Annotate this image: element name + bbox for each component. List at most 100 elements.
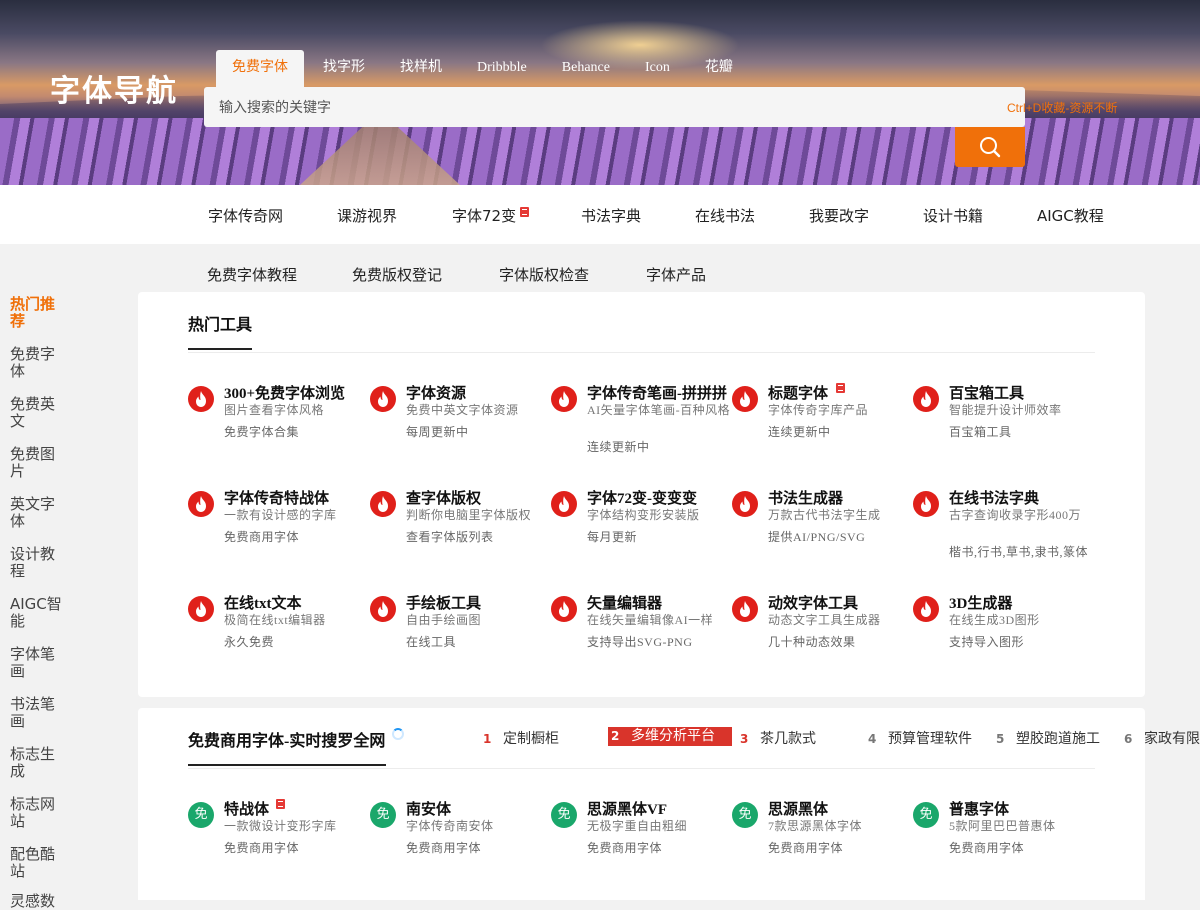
tool-desc: 图片查看字体风格	[224, 403, 325, 417]
tool-subdesc: 几十种动态效果	[768, 635, 856, 649]
tool-desc: 自由手绘画图	[406, 613, 482, 627]
tool-title[interactable]: 字体资源	[406, 382, 466, 403]
font-title[interactable]: 南安体	[406, 798, 451, 819]
search-button[interactable]	[955, 127, 1025, 167]
tab-icon[interactable]: Icon	[629, 50, 686, 87]
sidebar-item-hot[interactable]: 热门推荐	[10, 296, 68, 330]
hot-search-item[interactable]: 2 多维分析平台	[608, 727, 732, 746]
sidebar-item-aigc[interactable]: AIGC智能	[10, 596, 68, 630]
tab-huaban[interactable]: 花瓣	[689, 50, 749, 87]
sidebar-item-english-fonts[interactable]: 英文字体	[10, 496, 68, 530]
nav-gaizi[interactable]: 我要改字	[809, 205, 869, 226]
tab-find-glyph[interactable]: 找字形	[307, 50, 381, 87]
sidebar-item-logo-sites[interactable]: 标志网站	[10, 796, 68, 830]
new-badge-icon	[276, 799, 285, 809]
sidebar-item-free-english[interactable]: 免费英文	[10, 396, 68, 430]
tool-title[interactable]: 查字体版权	[406, 487, 481, 508]
sidebar-item-inspiration[interactable]: 灵感数	[10, 893, 68, 910]
nav-ziti72bian[interactable]: 字体72变	[452, 205, 530, 226]
hot-search-item[interactable]: 1 定制橱柜	[483, 728, 559, 748]
font-subdesc: 免费商用字体	[768, 841, 844, 855]
sidebar-item-logo-generator[interactable]: 标志生成	[10, 746, 68, 780]
tab-mockups[interactable]: 找样机	[384, 50, 458, 87]
flame-icon	[188, 596, 214, 622]
nav-font-products[interactable]: 字体产品	[646, 264, 706, 285]
tool-title[interactable]: 字体传奇笔画-拼拼拼	[587, 382, 727, 403]
flame-icon	[370, 596, 396, 622]
rank-label: 家政有限公	[1144, 731, 1200, 747]
rank-number: 2	[611, 729, 620, 743]
nav-copyright-register[interactable]: 免费版权登记	[352, 264, 442, 285]
font-title[interactable]: 普惠字体	[949, 798, 1009, 819]
tool-subdesc: 查看字体版列表	[406, 530, 494, 544]
tool-subdesc: 永久免费	[224, 635, 275, 649]
nav-keyou[interactable]: 课游视界	[337, 205, 397, 226]
tab-behance[interactable]: Behance	[546, 50, 626, 87]
tool-title[interactable]: 矢量编辑器	[587, 592, 662, 613]
tool-desc: 智能提升设计师效率	[949, 403, 1062, 417]
sidebar-item-free-images[interactable]: 免费图片	[10, 446, 68, 480]
sidebar-item-font-strokes[interactable]: 字体笔画	[10, 646, 68, 680]
sidebar-item-design-tutorials[interactable]: 设计教程	[10, 546, 68, 580]
tab-dribbble[interactable]: Dribbble	[461, 50, 543, 87]
font-subdesc: 免费商用字体	[949, 841, 1025, 855]
tab-free-fonts[interactable]: 免费字体	[216, 50, 304, 87]
hot-search-item[interactable]: 5 塑胶跑道施工	[996, 728, 1100, 748]
tool-desc: 字体传奇字库产品	[768, 403, 869, 417]
tool-title[interactable]: 字体72变-变变变	[587, 487, 697, 508]
font-desc: 无极字重自由粗细	[587, 819, 688, 833]
rank-label: 定制橱柜	[503, 731, 559, 747]
flame-icon	[732, 491, 758, 517]
nav-free-font-tutorial[interactable]: 免费字体教程	[207, 264, 297, 285]
hot-search-item[interactable]: 3 茶几款式	[740, 728, 816, 748]
site-logo[interactable]: 字体导航	[50, 66, 178, 110]
font-subdesc: 免费商用字体	[406, 841, 482, 855]
rank-label: 茶几款式	[760, 731, 816, 747]
nav-copyright-check[interactable]: 字体版权检查	[499, 264, 589, 285]
sidebar-item-color-sites[interactable]: 配色酷站	[10, 846, 68, 880]
tool-title[interactable]: 在线书法字典	[949, 487, 1039, 508]
tool-title[interactable]: 手绘板工具	[406, 592, 481, 613]
sidebar-item-calligraphy-strokes[interactable]: 书法笔画	[10, 696, 68, 730]
tool-title[interactable]: 书法生成器	[768, 487, 843, 508]
tool-title[interactable]: 百宝箱工具	[949, 382, 1024, 403]
flame-icon	[551, 596, 577, 622]
flame-icon	[370, 491, 396, 517]
tool-title[interactable]: 动效字体工具	[768, 592, 858, 613]
tool-desc: 古字查询收录字形400万	[949, 508, 1082, 522]
tool-subdesc: 免费商用字体	[224, 530, 300, 544]
nav-ziti72bian-label: 字体72变	[452, 207, 517, 225]
tool-subdesc: 支持导入图形	[949, 635, 1025, 649]
nav-shufa-zidian[interactable]: 书法字典	[581, 205, 641, 226]
search-input[interactable]	[204, 87, 984, 127]
tool-title[interactable]: 3D生成器	[949, 592, 1012, 613]
rank-label: 塑胶跑道施工	[1016, 731, 1100, 747]
tool-title[interactable]: 字体传奇特战体	[224, 487, 329, 508]
font-title[interactable]: 特战体	[224, 798, 269, 819]
tool-desc: 判断你电脑里字体版权	[406, 508, 532, 522]
flame-icon	[732, 596, 758, 622]
hot-search-item[interactable]: 6 家政有限公	[1124, 728, 1200, 748]
nav-zaixian-shufa[interactable]: 在线书法	[695, 205, 755, 226]
nav-aigc[interactable]: AIGC教程	[1037, 205, 1104, 226]
tool-subdesc: 在线工具	[406, 635, 457, 649]
font-title[interactable]: 思源黑体	[768, 798, 828, 819]
hot-search-item[interactable]: 4 预算管理软件	[868, 728, 972, 748]
tool-subdesc: 免费字体合集	[224, 425, 300, 439]
nav-design-books[interactable]: 设计书籍	[923, 205, 983, 226]
title-underline	[188, 764, 386, 766]
font-subdesc: 免费商用字体	[224, 841, 300, 855]
tool-desc: 免费中英文字体资源	[406, 403, 519, 417]
tool-desc: 万款古代书法字生成	[768, 508, 881, 522]
sidebar-item-free-fonts[interactable]: 免费字体	[10, 346, 68, 380]
tool-title[interactable]: 标题字体	[768, 382, 828, 403]
nav-zitichuanqi[interactable]: 字体传奇网	[208, 205, 283, 226]
font-title[interactable]: 思源黑体VF	[587, 798, 667, 819]
free-badge-icon: 免	[913, 802, 939, 828]
tool-title[interactable]: 300+免费字体浏览	[224, 382, 345, 403]
search-tabs: 免费字体 找字形 找样机 Dribbble Behance Icon 花瓣	[216, 50, 752, 87]
hot-tools-title: 热门工具	[188, 317, 253, 334]
title-underline	[188, 348, 252, 350]
tool-subdesc: 提供AI/PNG/SVG	[768, 530, 866, 544]
tool-title[interactable]: 在线txt文本	[224, 592, 302, 613]
